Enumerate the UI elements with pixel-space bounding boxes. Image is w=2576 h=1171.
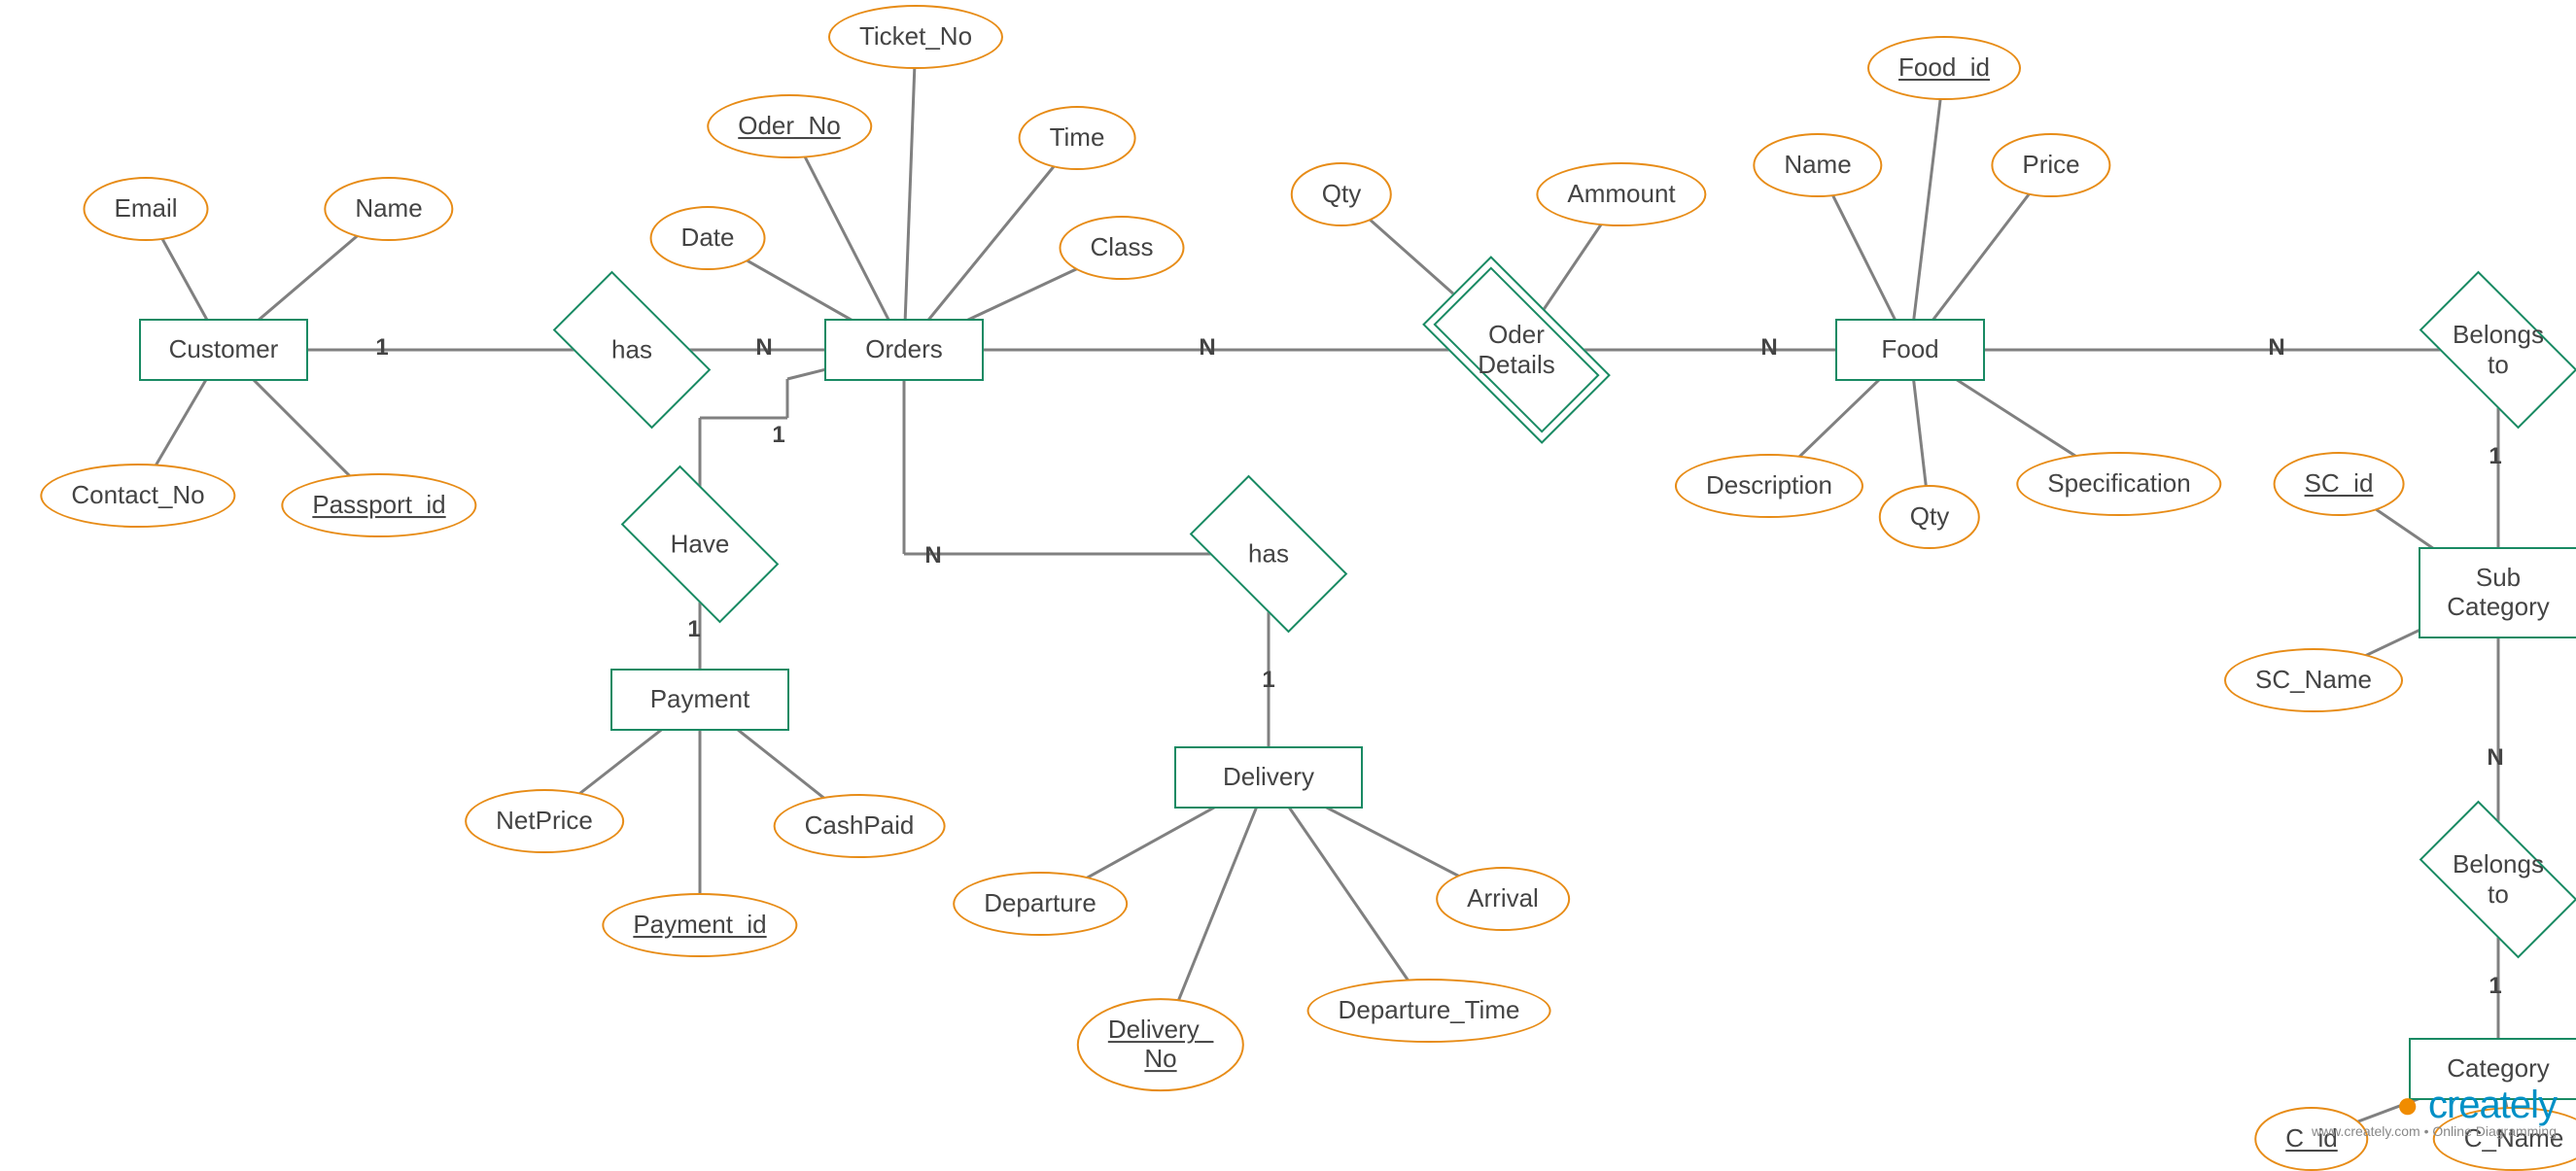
cardinality-o_have_1: 1 (772, 422, 784, 449)
cardinality-c_o_N: N (755, 334, 772, 362)
attr-p_net: NetPrice (465, 789, 624, 853)
attr-f_foodid: Food_id (1867, 36, 2021, 100)
attr-o_oderno: Oder_No (707, 94, 872, 158)
entity-customer: Customer (139, 319, 308, 381)
attr-c_email: Email (83, 177, 208, 241)
attr-f_price: Price (1991, 133, 2110, 197)
attr-o_class: Class (1059, 216, 1184, 280)
attr-f_name: Name (1753, 133, 1882, 197)
watermark-tagline: www.creately.com • Online Diagramming (2312, 1123, 2557, 1139)
cardinality-o_hasd_N: N (924, 542, 941, 569)
cardinality-sub_bel_1: 1 (2489, 973, 2501, 1000)
attr-o_ticket: Ticket_No (828, 5, 1003, 69)
entity-sub-category: Sub Category (2419, 547, 2576, 638)
attr-sc_id: SC_id (2274, 452, 2405, 516)
attr-p_id: Payment_id (602, 893, 797, 957)
attr-d_no: Delivery_ No (1077, 998, 1244, 1091)
entity-payment: Payment (610, 669, 789, 731)
cardinality-o_det_N1: N (1199, 334, 1215, 362)
creately-logo: ● creately (2312, 1084, 2557, 1127)
attr-c_contact: Contact_No (40, 464, 235, 528)
cardinality-c_o_1: 1 (375, 334, 388, 362)
entity-orders: Orders (824, 319, 984, 381)
attr-c_name: Name (324, 177, 453, 241)
cardinality-sub_bel_N: N (2487, 744, 2503, 772)
attr-f_desc: Description (1675, 454, 1863, 518)
cardinality-f_bel_N: N (2268, 334, 2284, 362)
attr-c_passport: Passport_id (281, 473, 476, 537)
entity-delivery: Delivery (1174, 746, 1363, 809)
attr-od_qty: Qty (1291, 162, 1392, 226)
watermark: ● creately www.creately.com • Online Dia… (2312, 1084, 2557, 1139)
attr-o_time: Time (1019, 106, 1136, 170)
attr-od_amt: Ammount (1536, 162, 1706, 226)
entity-food: Food (1835, 319, 1985, 381)
attr-d_arr: Arrival (1436, 867, 1570, 931)
cardinality-o_have_p1: 1 (687, 616, 700, 643)
attr-sc_name: SC_Name (2224, 648, 2403, 712)
cardinality-f_bel_1: 1 (2489, 443, 2501, 470)
attr-d_dep: Departure (953, 872, 1128, 936)
attr-d_deptime: Departure_Time (1307, 979, 1551, 1043)
attr-f_qty: Qty (1879, 485, 1980, 549)
attr-p_cash: CashPaid (774, 794, 946, 858)
attr-o_date: Date (650, 206, 766, 270)
cardinality-o_det_N2: N (1760, 334, 1777, 362)
attr-f_spec: Specification (2016, 452, 2221, 516)
cardinality-o_hasd_1: 1 (1262, 667, 1274, 694)
